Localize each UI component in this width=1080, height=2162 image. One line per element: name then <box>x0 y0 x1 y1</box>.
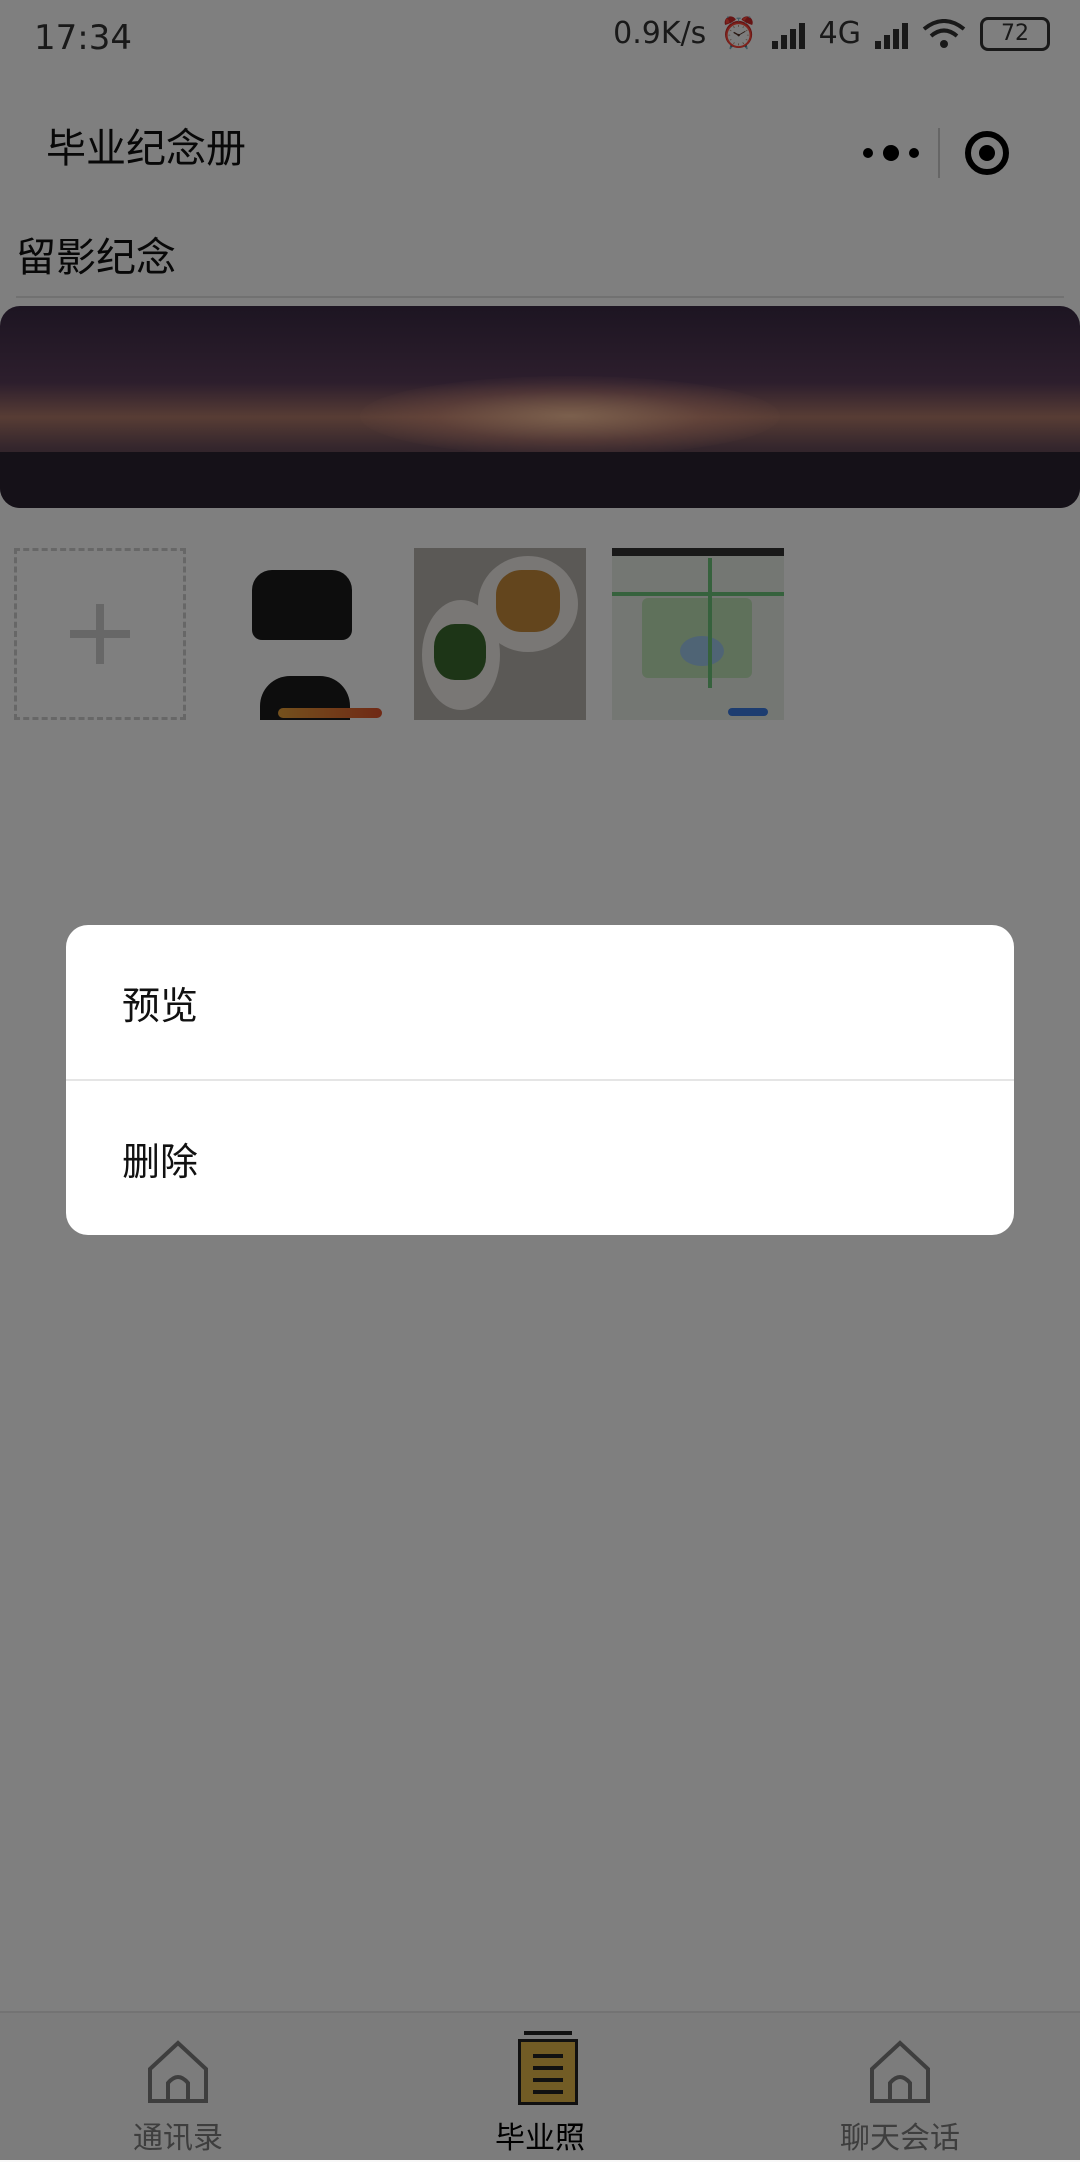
preview-button[interactable]: 预览 <box>66 925 1014 1079</box>
delete-button[interactable]: 删除 <box>66 1081 1014 1235</box>
action-sheet: 预览 删除 <box>66 925 1014 1235</box>
